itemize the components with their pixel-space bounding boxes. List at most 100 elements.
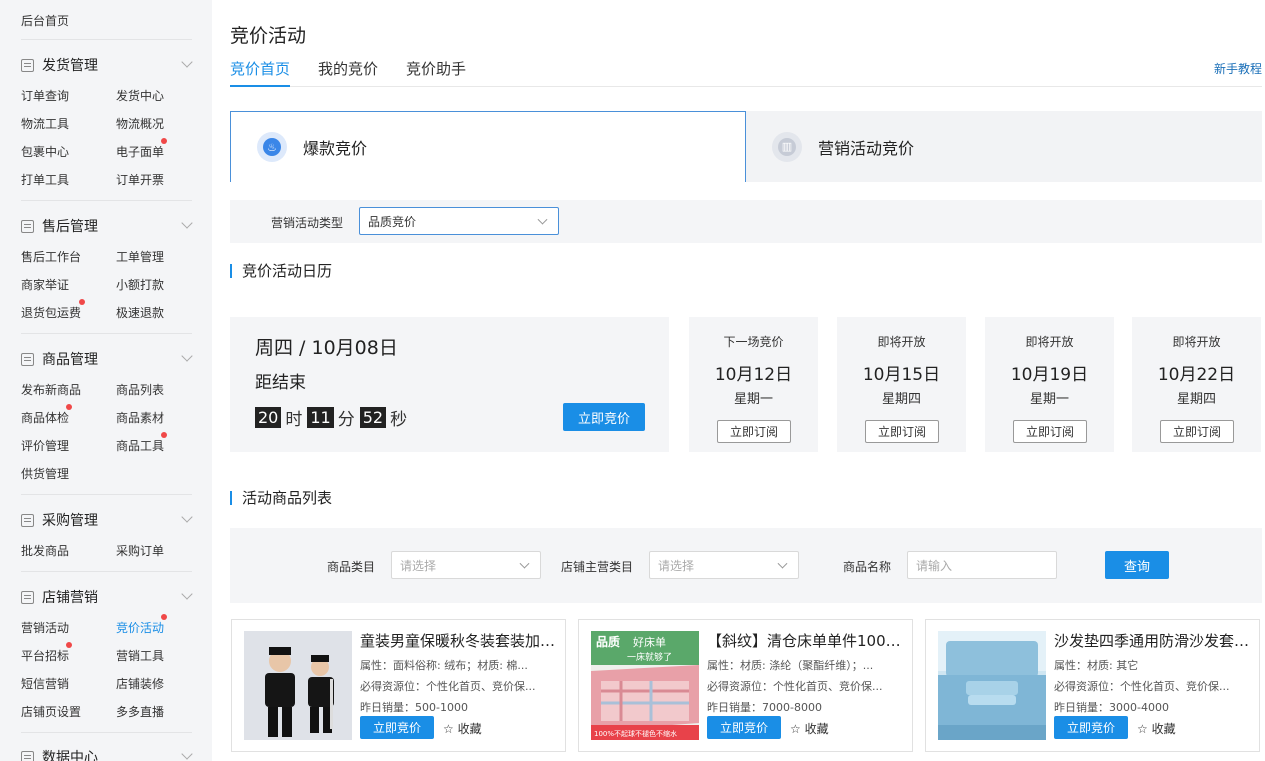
sidebar-item[interactable]: 发货中心: [116, 87, 164, 104]
chevron-down-icon[interactable]: [181, 350, 193, 362]
subscribe-button[interactable]: 立即订阅: [1013, 420, 1087, 443]
subscribe-button[interactable]: 立即订阅: [865, 420, 939, 443]
sidebar-item[interactable]: 打单工具: [21, 171, 69, 188]
bid-now-button[interactable]: 立即竞价: [1054, 716, 1128, 739]
main-content: 竞价活动 竞价首页 我的竞价 竞价助手 新手教程 ♨ 爆款竞价 ▥ 营销活动竞价…: [230, 0, 1262, 761]
divider: [21, 571, 192, 572]
product-resource: 必得资源位：个性化首页、竞价保...: [1054, 680, 1230, 693]
sidebar-item[interactable]: 订单查询: [21, 87, 69, 104]
sidebar-item[interactable]: 退货包运费: [21, 304, 81, 321]
product-name[interactable]: 童装男童保暖秋冬装套装加绒加厚: [360, 630, 556, 651]
countdown-timer: 20 时 11 分 52 秒: [255, 405, 412, 430]
sidebar-home-link[interactable]: 后台首页: [21, 12, 69, 29]
tab-marketing-bidding[interactable]: ▥ 营销活动竞价: [746, 111, 1262, 182]
chevron-down-icon[interactable]: [181, 588, 193, 600]
countdown-hours: 20: [255, 407, 282, 428]
product-name-label: 商品名称: [843, 560, 892, 574]
sidebar-group-purchase[interactable]: 采购管理: [21, 510, 98, 530]
sidebar-item[interactable]: 电子面单: [116, 143, 164, 160]
sidebar-item[interactable]: 小额打款: [116, 276, 164, 293]
tab-label: 爆款竞价: [303, 139, 368, 158]
day-weekday: 星期四: [1176, 392, 1216, 407]
star-icon: ☆: [790, 722, 805, 736]
day-weekday: 星期一: [1029, 392, 1069, 407]
sidebar-item[interactable]: 多多直播: [116, 703, 164, 720]
image-badge-text: 100%不起球不褪色不缩水: [594, 729, 677, 738]
category-select[interactable]: 请选择: [391, 551, 541, 579]
sidebar-group-label: 采购管理: [42, 513, 98, 529]
sidebar-item[interactable]: 营销活动: [21, 619, 69, 636]
sidebar-item[interactable]: 商品列表: [116, 381, 164, 398]
tab-bidding-assistant[interactable]: 竞价助手: [406, 58, 466, 87]
sidebar-item[interactable]: 工单管理: [116, 248, 164, 265]
sidebar-item[interactable]: 订单开票: [116, 171, 164, 188]
activity-type-select[interactable]: 品质竞价: [359, 207, 559, 235]
product-image[interactable]: [938, 631, 1046, 740]
bid-now-button[interactable]: 立即竞价: [707, 716, 781, 739]
sidebar-item[interactable]: 包裹中心: [21, 143, 69, 160]
sidebar-item[interactable]: 平台招标: [21, 647, 69, 664]
sidebar-item[interactable]: 商品工具: [116, 437, 164, 454]
sidebar-item[interactable]: 批发商品: [21, 542, 69, 559]
product-name[interactable]: 沙发垫四季通用防滑沙发套全包: [1054, 630, 1250, 651]
chevron-down-icon[interactable]: [181, 217, 193, 229]
shop-category-select[interactable]: 请选择: [649, 551, 799, 579]
chevron-down-icon[interactable]: [181, 748, 193, 760]
product-attributes: 属性：面料俗称: 绒布；材质: 棉...: [360, 659, 528, 672]
subscribe-button[interactable]: 立即订阅: [717, 420, 791, 443]
tab-hot-bidding[interactable]: ♨ 爆款竞价: [230, 111, 746, 182]
select-value: 品质竞价: [368, 214, 417, 229]
sidebar-item[interactable]: 供货管理: [21, 465, 69, 482]
product-image[interactable]: [244, 631, 352, 740]
tab-my-bidding[interactable]: 我的竞价: [318, 58, 378, 87]
countdown-label: 距结束: [255, 373, 306, 393]
subscribe-button[interactable]: 立即订阅: [1160, 420, 1234, 443]
favorite-button[interactable]: ☆ 收藏: [790, 720, 829, 737]
sidebar-item[interactable]: 物流工具: [21, 115, 69, 132]
sidebar-group-aftersale[interactable]: 售后管理: [21, 216, 98, 236]
sidebar-item[interactable]: 店铺装修: [116, 675, 164, 692]
bidding-type-tabs: ♨ 爆款竞价 ▥ 营销活动竞价: [230, 111, 1262, 182]
product-attributes: 属性：材质: 其它: [1054, 659, 1139, 672]
product-image[interactable]: 品质 好床单 一床就够了 100%不起球不褪色不缩水: [591, 631, 699, 740]
day-date: 10月22日: [1157, 365, 1236, 385]
sidebar-item-bidding-active[interactable]: 竞价活动: [116, 619, 164, 636]
sidebar-item[interactable]: 商品素材: [116, 409, 164, 426]
guide-link[interactable]: 新手教程: [1214, 60, 1262, 77]
sidebar-item[interactable]: 极速退款: [116, 304, 164, 321]
sidebar-item[interactable]: 售后工作台: [21, 248, 81, 265]
sidebar-item[interactable]: 商家举证: [21, 276, 69, 293]
sidebar-group-data[interactable]: 数据中心: [21, 747, 98, 761]
tab-bidding-home[interactable]: 竞价首页: [230, 58, 291, 87]
chevron-down-icon[interactable]: [181, 511, 193, 523]
sidebar-group-label: 数据中心: [42, 750, 98, 761]
sidebar-item[interactable]: 商品体检: [21, 409, 69, 426]
product-sales: 昨日销量：7000-8000: [707, 701, 822, 714]
search-button[interactable]: 查询: [1105, 551, 1169, 579]
sidebar-group-shipping[interactable]: 发货管理: [21, 55, 98, 75]
sidebar-group-label: 店铺营销: [42, 590, 98, 606]
countdown-unit: 秒: [390, 410, 408, 430]
countdown-unit: 分: [337, 410, 355, 430]
sidebar-item[interactable]: 评价管理: [21, 437, 69, 454]
sidebar-item[interactable]: 营销工具: [116, 647, 164, 664]
chevron-down-icon[interactable]: [181, 56, 193, 68]
sidebar-group-products[interactable]: 商品管理: [21, 349, 98, 369]
bid-now-button[interactable]: 立即竞价: [360, 716, 434, 739]
favorite-button[interactable]: ☆ 收藏: [443, 720, 482, 737]
divider: [21, 200, 192, 201]
product-name[interactable]: 【斜纹】清仓床单单件100%全棉: [707, 630, 903, 651]
bid-now-button[interactable]: 立即竞价: [563, 403, 645, 431]
sidebar-item[interactable]: 店铺页设置: [21, 703, 81, 720]
sidebar-item[interactable]: 短信营销: [21, 675, 69, 692]
product-name-input[interactable]: 请输入: [907, 551, 1057, 579]
chevron-down-icon: [537, 214, 548, 225]
sidebar-item[interactable]: 物流概况: [116, 115, 164, 132]
sidebar-item[interactable]: 采购订单: [116, 542, 164, 559]
image-icon: [21, 352, 34, 366]
sidebar-item[interactable]: 发布新商品: [21, 381, 81, 398]
calendar-day-card: 下一场竞价 10月12日 星期一 立即订阅: [689, 317, 818, 452]
favorite-button[interactable]: ☆ 收藏: [1137, 720, 1176, 737]
sidebar-group-marketing[interactable]: 店铺营销: [21, 587, 98, 607]
tab-label: 营销活动竞价: [818, 138, 915, 158]
